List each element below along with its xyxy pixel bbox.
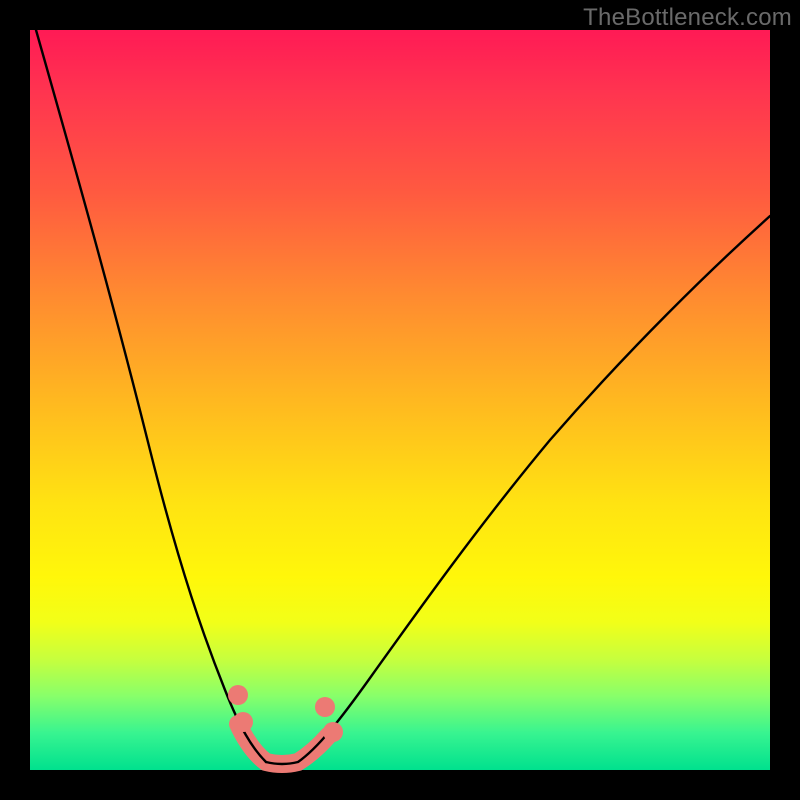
marker-dot [315,697,335,717]
curve-right-branch [266,216,770,764]
marker-dot [233,712,253,732]
watermark-text: TheBottleneck.com [583,4,792,32]
chart-area [30,30,770,770]
marker-dot [323,722,343,742]
chart-svg [30,30,770,770]
curve-left-branch [36,30,266,762]
marker-dot [228,685,248,705]
